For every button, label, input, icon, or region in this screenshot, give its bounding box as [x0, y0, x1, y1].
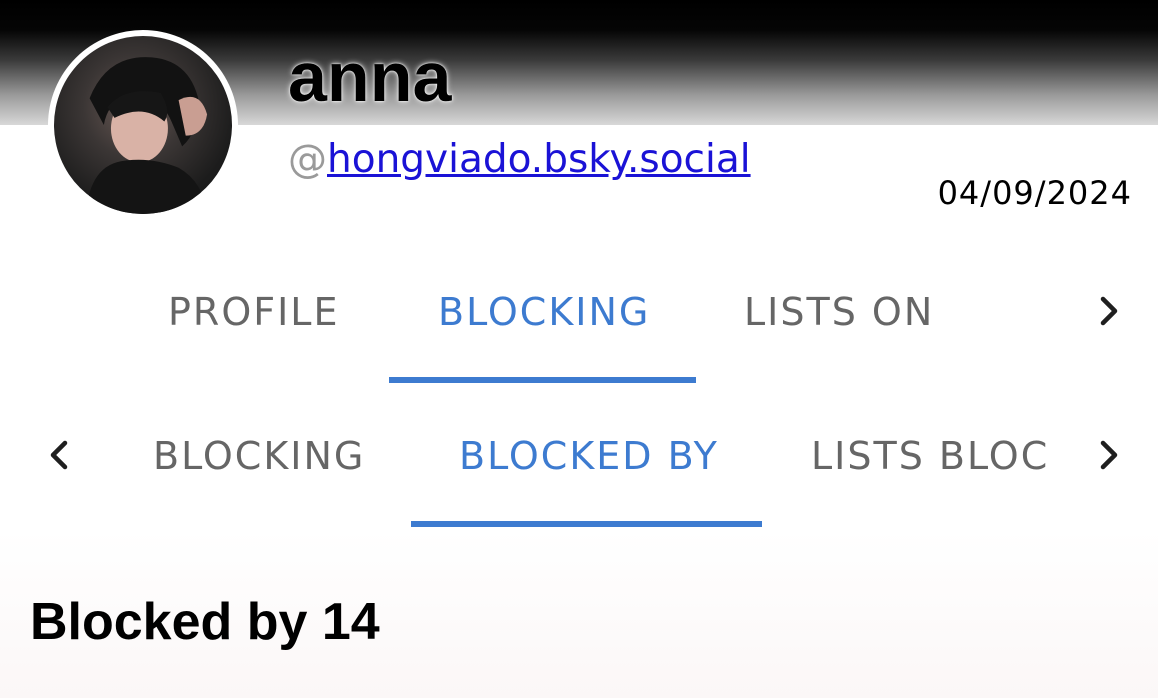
handle-link[interactable]: hongviado.bsky.social [327, 137, 751, 182]
profile-date: 04/09/2024 [937, 174, 1132, 212]
blocked-by-count-title: Blocked by 14 [30, 593, 380, 651]
handle-prefix: @ [288, 137, 327, 182]
chevron-left-icon[interactable] [40, 435, 80, 475]
chevron-right-icon[interactable] [1088, 435, 1128, 475]
subtab-active-indicator [411, 521, 762, 527]
subtab-lists-blocking[interactable]: LISTS BLOC [811, 434, 1049, 478]
chevron-right-icon[interactable] [1088, 291, 1128, 331]
tab-active-indicator [389, 377, 696, 383]
avatar-photo-icon [86, 57, 208, 214]
display-name: anna [288, 38, 452, 116]
tab-profile[interactable]: PROFILE [168, 290, 339, 334]
tab-lists-on[interactable]: LISTS ON [744, 290, 934, 334]
avatar[interactable] [48, 30, 238, 220]
tab-blocking[interactable]: BLOCKING [438, 290, 650, 334]
subtab-blocked-by[interactable]: BLOCKED BY [459, 434, 719, 478]
profile-handle: @hongviado.bsky.social [288, 140, 751, 179]
subtab-blocking[interactable]: BLOCKING [153, 434, 365, 478]
avatar-image [54, 36, 232, 214]
